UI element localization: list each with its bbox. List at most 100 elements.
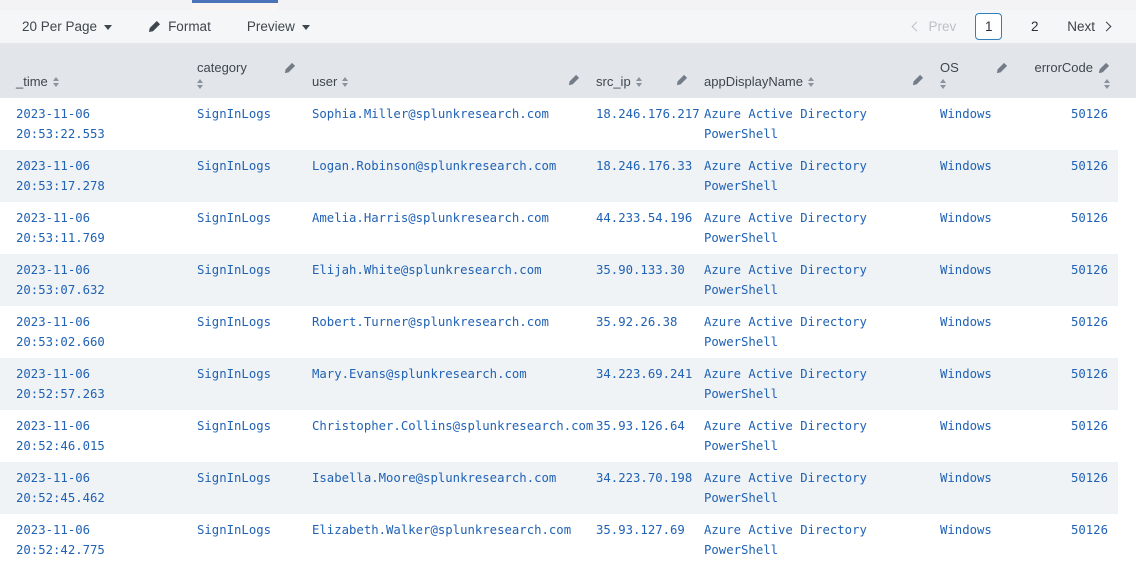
cell-user[interactable]: Amelia.Harris@splunkresearch.com <box>304 202 588 254</box>
cell-OS[interactable]: Windows <box>932 358 1016 410</box>
column-header-category[interactable]: category <box>189 43 304 98</box>
table-row: 2023-11-06 20:52:46.015SignInLogsChristo… <box>0 410 1118 462</box>
cell-_time[interactable]: 2023-11-06 20:52:42.775 <box>0 514 189 564</box>
chevron-down-icon <box>302 25 310 30</box>
cell-category[interactable]: SignInLogs <box>189 98 304 150</box>
cell-_time[interactable]: 2023-11-06 20:52:57.263 <box>0 358 189 410</box>
cell-user[interactable]: Elijah.White@splunkresearch.com <box>304 254 588 306</box>
cell-OS[interactable]: Windows <box>932 150 1016 202</box>
per-page-label: 20 Per Page <box>22 19 97 34</box>
edit-column-pencil-icon[interactable] <box>284 62 296 74</box>
cell-_time[interactable]: 2023-11-06 20:53:07.632 <box>0 254 189 306</box>
cell-appDisplayName[interactable]: Azure Active Directory PowerShell <box>696 150 932 202</box>
column-label: appDisplayName <box>704 74 803 89</box>
edit-column-pencil-icon[interactable] <box>1098 62 1110 74</box>
column-header-OS[interactable]: OS <box>932 43 1016 98</box>
cell-user[interactable]: Sophia.Miller@splunkresearch.com <box>304 98 588 150</box>
sort-arrows-icon <box>1104 79 1110 89</box>
cell-src_ip[interactable]: 34.223.69.241 <box>588 358 696 410</box>
cell-category[interactable]: SignInLogs <box>189 410 304 462</box>
cell-category[interactable]: SignInLogs <box>189 306 304 358</box>
cell-_time[interactable]: 2023-11-06 20:52:45.462 <box>0 462 189 514</box>
column-header-appDisplayName[interactable]: appDisplayName <box>696 43 932 98</box>
cell-OS[interactable]: Windows <box>932 202 1016 254</box>
column-header-errorCode[interactable]: errorCode <box>1016 43 1118 98</box>
column-label: _time <box>16 74 48 89</box>
cell-src_ip[interactable]: 34.223.70.198 <box>588 462 696 514</box>
prev-page-button[interactable]: Prev <box>913 19 956 34</box>
cell-appDisplayName[interactable]: Azure Active Directory PowerShell <box>696 254 932 306</box>
format-button[interactable]: Format <box>148 19 211 34</box>
cell-user[interactable]: Elizabeth.Walker@splunkresearch.com <box>304 514 588 564</box>
cell-user[interactable]: Logan.Robinson@splunkresearch.com <box>304 150 588 202</box>
cell-_time[interactable]: 2023-11-06 20:53:22.553 <box>0 98 189 150</box>
cell-user[interactable]: Isabella.Moore@splunkresearch.com <box>304 462 588 514</box>
cell-errorCode[interactable]: 50126 <box>1016 98 1118 150</box>
table-row: 2023-11-06 20:53:22.553SignInLogsSophia.… <box>0 98 1118 150</box>
cell-errorCode[interactable]: 50126 <box>1016 410 1118 462</box>
per-page-dropdown[interactable]: 20 Per Page <box>22 19 112 34</box>
pagination-page-1[interactable]: 1 <box>975 13 1002 40</box>
cell-category[interactable]: SignInLogs <box>189 254 304 306</box>
edit-column-pencil-icon[interactable] <box>912 74 924 86</box>
cell-appDisplayName[interactable]: Azure Active Directory PowerShell <box>696 306 932 358</box>
cell-appDisplayName[interactable]: Azure Active Directory PowerShell <box>696 514 932 564</box>
cell-errorCode[interactable]: 50126 <box>1016 202 1118 254</box>
cell-errorCode[interactable]: 50126 <box>1016 462 1118 514</box>
cell-src_ip[interactable]: 35.90.133.30 <box>588 254 696 306</box>
cell-OS[interactable]: Windows <box>932 410 1016 462</box>
cell-appDisplayName[interactable]: Azure Active Directory PowerShell <box>696 358 932 410</box>
cell-src_ip[interactable]: 44.233.54.196 <box>588 202 696 254</box>
column-header-_time[interactable]: _time <box>0 43 189 98</box>
cell-errorCode[interactable]: 50126 <box>1016 254 1118 306</box>
table-row: 2023-11-06 20:53:02.660SignInLogsRobert.… <box>0 306 1118 358</box>
results-toolbar: 20 Per Page Format Preview Prev 1 2 Next <box>0 10 1136 43</box>
cell-user[interactable]: Christopher.Collins@splunkresearch.com <box>304 410 588 462</box>
cell-errorCode[interactable]: 50126 <box>1016 514 1118 564</box>
sort-arrows-icon <box>636 77 642 87</box>
cell-_time[interactable]: 2023-11-06 20:53:02.660 <box>0 306 189 358</box>
next-page-button[interactable]: Next <box>1067 19 1110 34</box>
chevron-left-icon <box>912 22 922 32</box>
active-tab-underline[interactable] <box>192 0 278 10</box>
cell-OS[interactable]: Windows <box>932 254 1016 306</box>
table-row: 2023-11-06 20:52:45.462SignInLogsIsabell… <box>0 462 1118 514</box>
cell-_time[interactable]: 2023-11-06 20:52:46.015 <box>0 410 189 462</box>
cell-src_ip[interactable]: 35.92.26.38 <box>588 306 696 358</box>
table-row: 2023-11-06 20:53:17.278SignInLogsLogan.R… <box>0 150 1118 202</box>
edit-column-pencil-icon[interactable] <box>996 62 1008 74</box>
cell-src_ip[interactable]: 35.93.127.69 <box>588 514 696 564</box>
cell-category[interactable]: SignInLogs <box>189 514 304 564</box>
cell-OS[interactable]: Windows <box>932 306 1016 358</box>
sort-arrows-icon <box>53 77 59 87</box>
column-header-src_ip[interactable]: src_ip <box>588 43 696 98</box>
edit-column-pencil-icon[interactable] <box>568 74 580 86</box>
prev-label: Prev <box>928 19 956 34</box>
cell-errorCode[interactable]: 50126 <box>1016 306 1118 358</box>
cell-_time[interactable]: 2023-11-06 20:53:11.769 <box>0 202 189 254</box>
cell-src_ip[interactable]: 35.93.126.64 <box>588 410 696 462</box>
cell-src_ip[interactable]: 18.246.176.217 <box>588 98 696 150</box>
cell-category[interactable]: SignInLogs <box>189 150 304 202</box>
cell-OS[interactable]: Windows <box>932 98 1016 150</box>
cell-appDisplayName[interactable]: Azure Active Directory PowerShell <box>696 202 932 254</box>
column-label: category <box>197 60 247 75</box>
cell-OS[interactable]: Windows <box>932 462 1016 514</box>
cell-user[interactable]: Mary.Evans@splunkresearch.com <box>304 358 588 410</box>
cell-category[interactable]: SignInLogs <box>189 462 304 514</box>
column-header-user[interactable]: user <box>304 43 588 98</box>
pagination-page-2[interactable]: 2 <box>1021 13 1048 40</box>
cell-appDisplayName[interactable]: Azure Active Directory PowerShell <box>696 462 932 514</box>
cell-src_ip[interactable]: 18.246.176.33 <box>588 150 696 202</box>
cell-errorCode[interactable]: 50126 <box>1016 358 1118 410</box>
edit-column-pencil-icon[interactable] <box>676 74 688 86</box>
cell-appDisplayName[interactable]: Azure Active Directory PowerShell <box>696 98 932 150</box>
cell-category[interactable]: SignInLogs <box>189 358 304 410</box>
cell-user[interactable]: Robert.Turner@splunkresearch.com <box>304 306 588 358</box>
cell-category[interactable]: SignInLogs <box>189 202 304 254</box>
preview-dropdown[interactable]: Preview <box>247 19 310 34</box>
cell-appDisplayName[interactable]: Azure Active Directory PowerShell <box>696 410 932 462</box>
cell-OS[interactable]: Windows <box>932 514 1016 564</box>
cell-errorCode[interactable]: 50126 <box>1016 150 1118 202</box>
cell-_time[interactable]: 2023-11-06 20:53:17.278 <box>0 150 189 202</box>
